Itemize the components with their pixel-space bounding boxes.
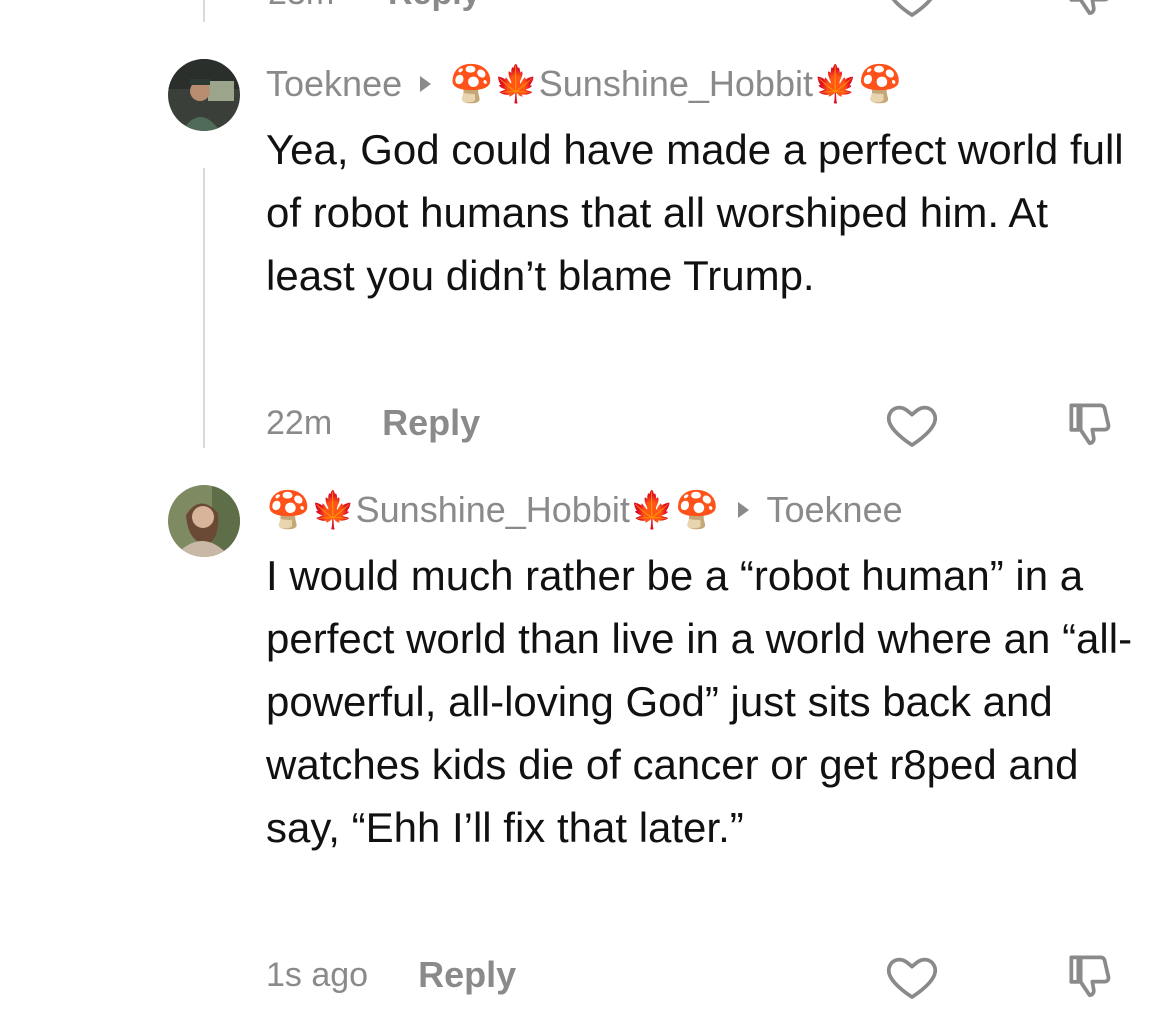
thumbs-down-icon[interactable] <box>1062 0 1118 27</box>
reply-to-user[interactable]: Toeknee <box>767 489 903 531</box>
comment-actions: 22m Reply <box>266 398 480 448</box>
reply-to-user[interactable]: 🍄🍁Sunshine_Hobbit🍁🍄 <box>449 63 903 105</box>
reply-button[interactable]: Reply <box>382 402 480 444</box>
comment-author[interactable]: Toeknee <box>266 63 402 105</box>
comment-author[interactable]: 🍄🍁Sunshine_Hobbit🍁🍄 <box>266 489 720 531</box>
comment-header: 🍄🍁Sunshine_Hobbit🍁🍄 Toeknee <box>266 486 903 534</box>
thread-line <box>203 168 205 448</box>
comment-text: Yea, God could have made a perfect world… <box>266 126 1124 299</box>
comment-actions: 1s ago Reply <box>266 950 516 1000</box>
comment-timestamp: 22m <box>266 403 333 442</box>
heart-icon[interactable] <box>884 0 940 27</box>
heart-icon[interactable] <box>884 396 940 452</box>
caret-right-icon <box>737 502 749 518</box>
thumbs-down-icon[interactable] <box>1062 948 1118 1004</box>
comment-timestamp: 1s ago <box>266 955 369 994</box>
comment-text: I would much rather be a “robot human” i… <box>266 552 1133 851</box>
avatar[interactable] <box>168 485 240 557</box>
thumbs-down-icon[interactable] <box>1062 396 1118 452</box>
thread-line-top <box>203 0 205 22</box>
comment-timestamp: 23m <box>268 0 334 13</box>
reply-button[interactable]: Reply <box>388 0 481 13</box>
caret-right-icon <box>420 76 432 92</box>
comment-header: Toeknee 🍄🍁Sunshine_Hobbit🍁🍄 <box>266 60 903 108</box>
avatar[interactable] <box>168 59 240 131</box>
heart-icon[interactable] <box>884 948 940 1004</box>
reply-button[interactable]: Reply <box>418 954 516 996</box>
